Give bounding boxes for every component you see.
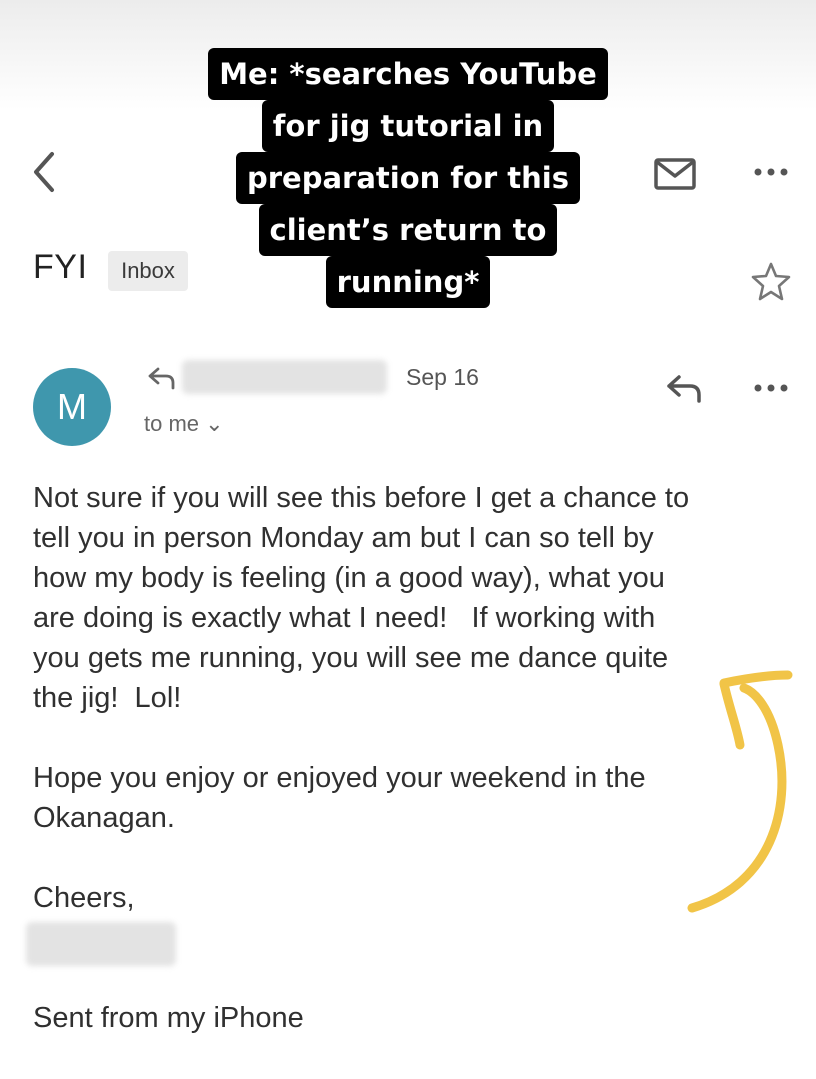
recipient-details-toggle[interactable]: to me ⌄ bbox=[144, 411, 224, 437]
body-line: the jig! Lol! bbox=[33, 682, 182, 714]
body-line: Not sure if you will see this before I g… bbox=[33, 482, 690, 514]
caption-line: running* bbox=[325, 256, 491, 308]
sender-avatar: M bbox=[33, 368, 111, 446]
email-date: Sep 16 bbox=[406, 364, 479, 390]
caption-line: preparation for this bbox=[235, 152, 581, 204]
message-more-icon[interactable] bbox=[752, 381, 790, 395]
body-line: you gets me running, you will see me dan… bbox=[33, 642, 669, 674]
caption-line: client’s return to bbox=[258, 204, 558, 256]
caption-line: Me: *searches YouTube bbox=[208, 48, 608, 100]
body-line: are doing is exactly what I need! If wor… bbox=[33, 602, 656, 634]
email-footer: Sent from my iPhone bbox=[33, 1002, 304, 1034]
email-body-paragraph: Not sure if you will see this before I g… bbox=[33, 478, 689, 718]
email-body-paragraph-2: Hope you enjoy or enjoyed your weekend i… bbox=[33, 758, 646, 838]
body-line: tell you in person Monday am but I can s… bbox=[33, 522, 654, 554]
redacted-sender-name bbox=[182, 360, 387, 394]
redacted-signature bbox=[26, 922, 176, 966]
caption-line: for jig tutorial in bbox=[261, 100, 555, 152]
reply-small-icon bbox=[148, 367, 175, 390]
email-signoff: Cheers, bbox=[33, 882, 135, 914]
reply-icon[interactable] bbox=[664, 373, 704, 405]
body-line: Hope you enjoy or enjoyed your weekend i… bbox=[33, 762, 646, 794]
body-line: Okanagan. bbox=[33, 802, 175, 834]
body-line: how my body is feeling (in a good way), … bbox=[33, 562, 665, 594]
meme-caption: Me: *searches YouTube for jig tutorial i… bbox=[0, 48, 816, 308]
